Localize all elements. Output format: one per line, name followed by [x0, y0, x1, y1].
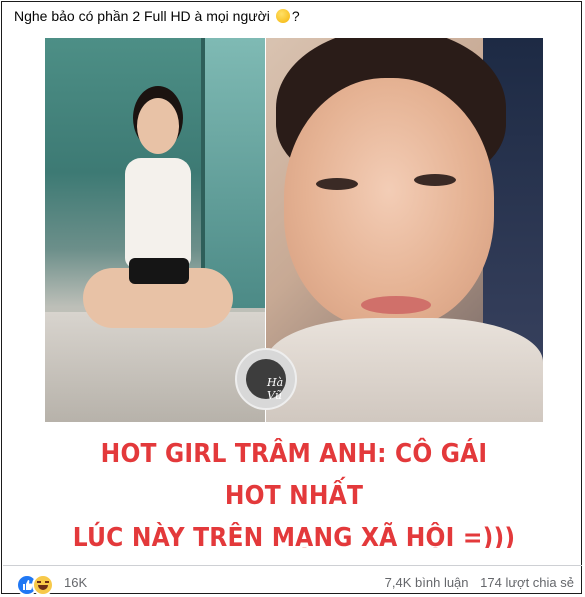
footer-divider [3, 565, 582, 566]
image-headline: HOT GIRL TRÂM ANH: CÔ GÁI HOT NHẤT LÚC N… [70, 433, 518, 548]
photo-right [266, 38, 543, 422]
weary-face-emoji-icon [275, 9, 290, 23]
haha-icon [32, 574, 54, 596]
post-footer: 16K 7,4K bình luận 174 lượt chia sẻ [16, 572, 574, 596]
reaction-count: 16K [64, 575, 88, 590]
comments-count-link[interactable]: 7,4K bình luận [385, 575, 469, 590]
post-caption: Nghe bảo có phần 2 Full HD à mọi người ? [14, 8, 300, 24]
caption-text: Nghe bảo có phần 2 Full HD à mọi người [14, 8, 270, 24]
headline-line-1: HOT GIRL TRÂM ANH: CÔ GÁI HOT NHẤT [100, 439, 488, 511]
post-stats: 7,4K bình luận 174 lượt chia sẻ [377, 575, 574, 590]
person-figure [83, 98, 233, 358]
headline-line-2: LÚC NÀY TRÊN MẠNG XÃ HỘI =))) [72, 523, 516, 548]
caption-suffix: ? [291, 8, 300, 24]
watermark-text: Hà Vũ [267, 376, 284, 402]
post-card: Nghe bảo có phần 2 Full HD à mọi người ? [1, 1, 582, 596]
face [284, 78, 494, 328]
photo-left [45, 38, 265, 422]
shares-count-link[interactable]: 174 lượt chia sẻ [480, 575, 574, 590]
post-image[interactable]: Hà Vũ HOT GIRL TRÂM ANH: CÔ GÁI HOT NHẤT… [45, 38, 543, 548]
watermark-logo: Hà Vũ [235, 348, 297, 410]
